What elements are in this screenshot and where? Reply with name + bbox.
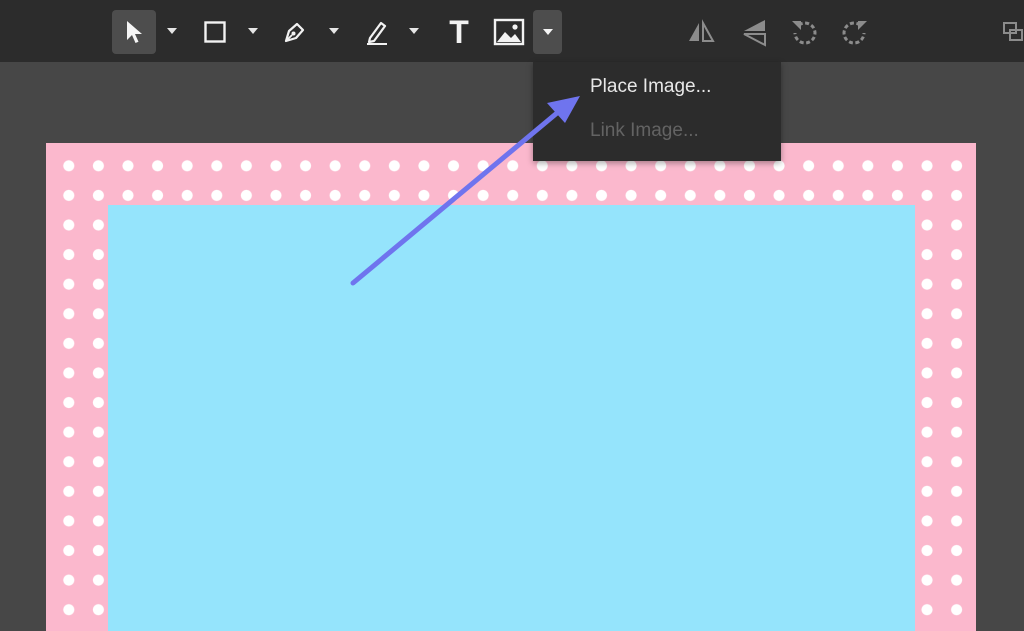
flip-horizontal-button[interactable]	[684, 10, 718, 54]
menu-item-place-image[interactable]: Place Image...	[590, 76, 711, 98]
pencil-tool-button[interactable]	[360, 10, 394, 54]
rectangle-tool-dropdown-caret[interactable]	[248, 28, 258, 34]
artboard-blue-fill	[108, 205, 915, 631]
image-tool-button[interactable]	[491, 10, 527, 54]
flip-horizontal-icon	[689, 19, 715, 42]
artboard-pink-polka-dot-border	[46, 143, 976, 631]
text-tool-button[interactable]: T	[442, 10, 476, 54]
chevron-down-icon	[542, 29, 553, 35]
rotate-right-button[interactable]	[838, 10, 872, 54]
pointer-icon	[127, 21, 142, 43]
pencil-tool-dropdown-caret[interactable]	[409, 28, 419, 34]
group-icon	[1003, 22, 1023, 41]
pen-tool-button[interactable]	[278, 10, 312, 54]
menu-item-link-image: Link Image...	[590, 120, 699, 141]
pen-tool-dropdown-caret[interactable]	[329, 28, 339, 34]
text-icon: T	[449, 13, 469, 50]
rotate-cw-icon	[842, 21, 867, 45]
square-icon	[204, 21, 226, 43]
select-tool-button[interactable]	[112, 10, 156, 54]
group-button[interactable]	[1000, 10, 1024, 54]
flip-vertical-icon	[743, 20, 766, 47]
rectangle-tool-button[interactable]	[198, 10, 232, 54]
flip-vertical-button[interactable]	[738, 10, 772, 54]
pencil-icon	[367, 21, 387, 45]
rotate-ccw-icon	[792, 21, 817, 45]
rotate-left-button[interactable]	[787, 10, 821, 54]
image-icon	[493, 18, 525, 46]
image-tool-dropdown-button[interactable]	[533, 10, 562, 54]
select-tool-dropdown-caret[interactable]	[167, 28, 177, 34]
pen-nib-icon	[284, 22, 305, 43]
image-dropdown-menu: Place Image... Link Image...	[533, 62, 781, 161]
toolbar: T	[0, 0, 1024, 62]
